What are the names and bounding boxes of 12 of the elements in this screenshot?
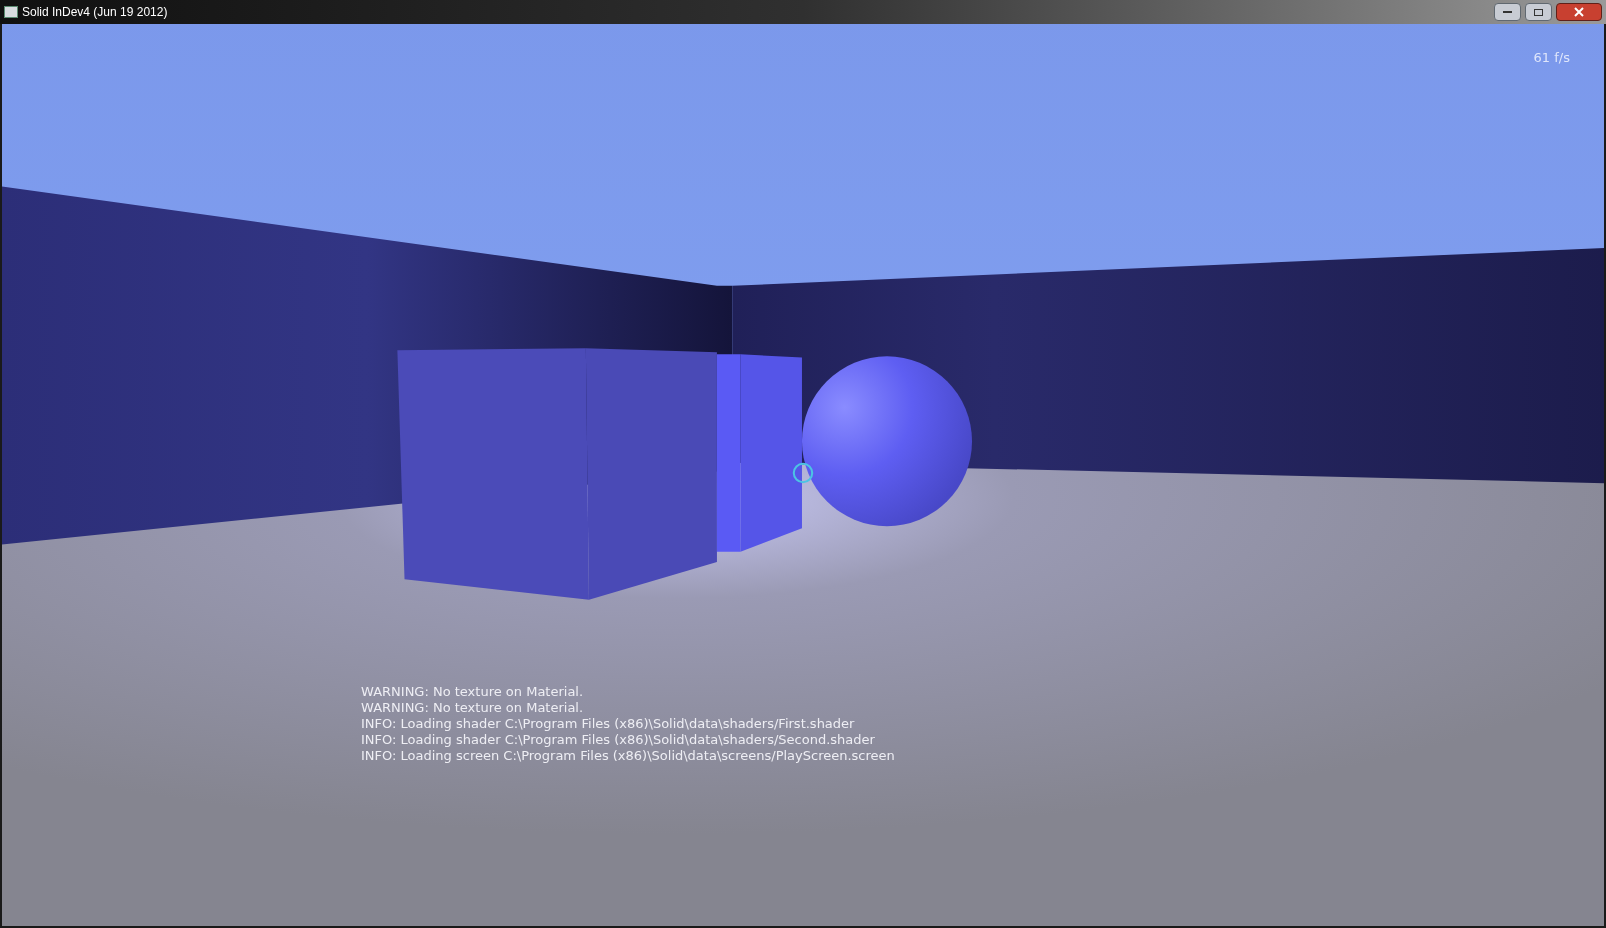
console-line: WARNING: No texture on Material. [361,700,585,716]
console-line: WARNING: No texture on Material. [361,684,585,700]
close-button[interactable] [1556,3,1602,21]
console-line: INFO: Loading screen C:\Program Files (x86)\Solid\data\screens/PlayScreen.screen [361,748,895,764]
fps-counter: 61 f/s [1533,49,1570,67]
minimize-button[interactable] [1494,3,1521,21]
close-icon [1574,7,1584,17]
app-icon [4,6,18,18]
window-title: Solid InDev4 (Jun 19 2012) [22,4,169,21]
console-line: INFO: Loading shader C:\Program Files (x86)\Solid\data\shaders/First.shader [361,716,856,732]
maximize-button[interactable] [1525,3,1552,21]
console-line: INFO: Loading shader C:\Program Files (x86)\Solid\data\shaders/Second.shader [361,732,876,748]
